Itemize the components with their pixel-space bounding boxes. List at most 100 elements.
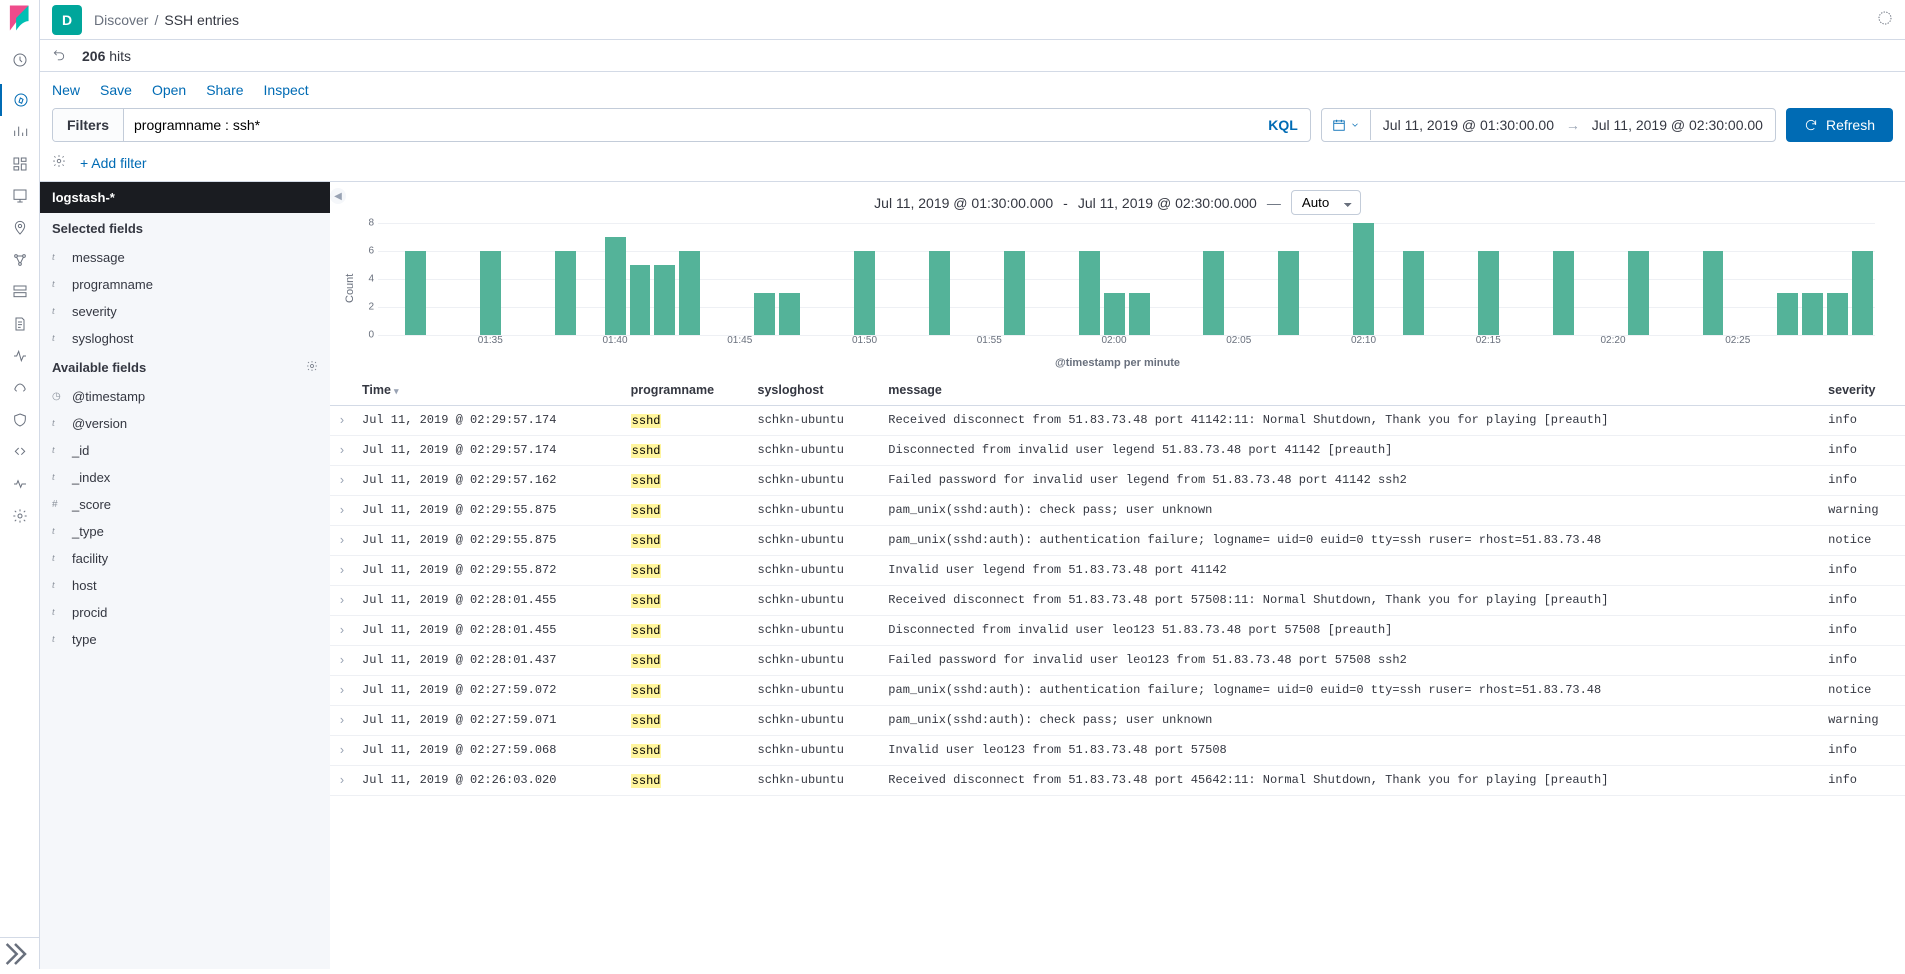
chart-bar[interactable] [1104,293,1125,335]
field-item[interactable]: tprocid [40,599,330,626]
expand-row-icon[interactable]: › [330,616,354,646]
refresh-button[interactable]: Refresh [1786,108,1893,142]
toolbar-new[interactable]: New [52,82,80,98]
filter-options-icon[interactable] [52,154,66,171]
chart-bar[interactable] [654,265,675,335]
field-item[interactable]: _score [40,491,330,518]
expand-row-icon[interactable]: › [330,646,354,676]
undo-icon[interactable] [52,47,66,64]
field-item[interactable]: tfacility [40,545,330,572]
expand-row-icon[interactable]: › [330,436,354,466]
filters-label[interactable]: Filters [53,109,124,141]
query-input[interactable] [124,109,1256,141]
expand-row-icon[interactable]: › [330,466,354,496]
chart-bar[interactable] [555,251,576,335]
chart-bar[interactable] [1278,251,1299,335]
col-sysloghost[interactable]: sysloghost [750,375,881,406]
field-item[interactable]: t_type [40,518,330,545]
nav-ml-icon[interactable] [0,244,40,276]
chart-bar[interactable] [605,237,626,335]
field-type-icon [52,499,64,510]
nav-maps-icon[interactable] [0,212,40,244]
chart-bar[interactable] [1777,293,1798,335]
nav-management-icon[interactable] [0,500,40,532]
field-item[interactable]: @timestamp [40,383,330,410]
field-type-icon: t [52,607,64,618]
field-settings-icon[interactable] [306,360,318,375]
interval-select[interactable]: Auto [1291,190,1361,215]
chart-bar[interactable] [1353,223,1374,335]
nav-visualize-icon[interactable] [0,116,40,148]
chart-bar[interactable] [929,251,950,335]
expand-row-icon[interactable]: › [330,736,354,766]
toolbar-inspect[interactable]: Inspect [264,82,309,98]
chart-bar[interactable] [1129,293,1150,335]
cell-message: Received disconnect from 51.83.73.48 por… [880,766,1820,796]
chart-bar[interactable] [1079,251,1100,335]
nav-collapse-icon[interactable] [0,937,40,969]
col-severity[interactable]: severity [1820,375,1905,406]
expand-row-icon[interactable]: › [330,766,354,796]
chart-bar[interactable] [1004,251,1025,335]
nav-siem-icon[interactable] [0,404,40,436]
toolbar-open[interactable]: Open [152,82,186,98]
nav-monitor-icon[interactable] [0,468,40,500]
chart-bar[interactable] [630,265,651,335]
field-item[interactable]: tmessage [40,244,330,271]
chart-bar[interactable] [1628,251,1649,335]
expand-row-icon[interactable]: › [330,706,354,736]
nav-dashboard-icon[interactable] [0,148,40,180]
toolbar-share[interactable]: Share [206,82,243,98]
chart-bar[interactable] [405,251,426,335]
chart-bar[interactable] [779,293,800,335]
chart-bar[interactable] [1553,251,1574,335]
chart-bar[interactable] [480,251,501,335]
col-programname[interactable]: programname [623,375,750,406]
nav-logs-icon[interactable] [0,308,40,340]
collapse-sidebar-icon[interactable]: ◀ [330,188,346,204]
nav-uptime-icon[interactable] [0,372,40,404]
expand-row-icon[interactable]: › [330,496,354,526]
field-item[interactable]: tprogramname [40,271,330,298]
nav-infra-icon[interactable] [0,276,40,308]
breadcrumb-root[interactable]: Discover [94,12,148,28]
expand-row-icon[interactable]: › [330,406,354,436]
nav-discover-icon[interactable] [0,84,40,116]
chart-bar[interactable] [1403,251,1424,335]
chart-bar[interactable] [679,251,700,335]
chart-bar[interactable] [754,293,775,335]
col-time[interactable]: Time▾ [354,375,623,406]
nav-recent-icon[interactable] [0,44,40,76]
expand-row-icon[interactable]: › [330,676,354,706]
chart-bar[interactable] [1852,251,1873,335]
expand-row-icon[interactable]: › [330,586,354,616]
nav-devtools-icon[interactable] [0,436,40,468]
field-item[interactable]: t_index [40,464,330,491]
index-pattern-selector[interactable]: logstash-* [40,182,330,213]
histogram-chart[interactable]: 02468 01:3501:4001:4501:5001:5502:0002:0… [358,223,1875,353]
expand-row-icon[interactable]: › [330,556,354,586]
field-item[interactable]: t_id [40,437,330,464]
nav-canvas-icon[interactable] [0,180,40,212]
field-item[interactable]: tsysloghost [40,325,330,352]
expand-row-icon[interactable]: › [330,526,354,556]
chart-bar[interactable] [1827,293,1848,335]
add-filter-button[interactable]: + Add filter [80,155,147,171]
chart-bar[interactable] [1802,293,1823,335]
field-item[interactable]: tseverity [40,298,330,325]
field-item[interactable]: ttype [40,626,330,653]
chart-bar[interactable] [1703,251,1724,335]
field-item[interactable]: t@version [40,410,330,437]
fullscreen-icon[interactable] [1877,10,1893,29]
toolbar-save[interactable]: Save [100,82,132,98]
nav-apm-icon[interactable] [0,340,40,372]
field-item[interactable]: thost [40,572,330,599]
field-type-icon: t [52,634,64,645]
query-language-toggle[interactable]: KQL [1256,109,1310,141]
chart-bar[interactable] [1203,251,1224,335]
col-message[interactable]: message [880,375,1820,406]
chart-bar[interactable] [854,251,875,335]
chart-bar[interactable] [1478,251,1499,335]
time-picker[interactable]: Jul 11, 2019 @ 01:30:00.00 → Jul 11, 201… [1321,108,1776,142]
calendar-icon[interactable] [1322,110,1371,140]
